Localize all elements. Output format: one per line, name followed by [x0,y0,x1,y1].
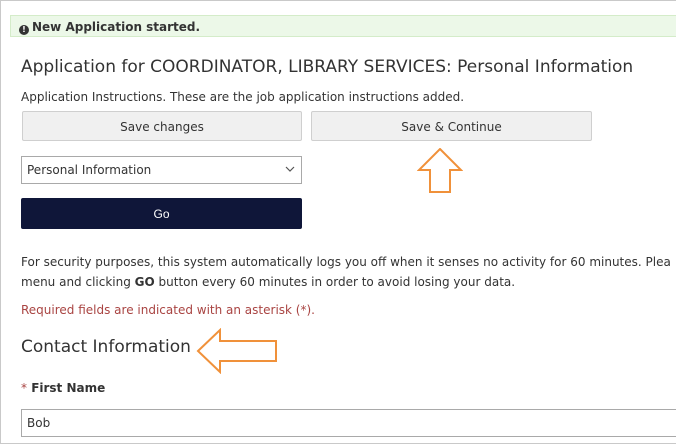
save-and-continue-button[interactable]: Save & Continue [311,111,592,141]
arrow-left-icon [196,328,277,374]
alert-text: New Application started. [32,20,201,34]
application-page: ! New Application started. Application fo… [0,0,676,444]
contact-information-heading: Contact Information [21,337,191,357]
required-asterisk: * [21,381,27,395]
section-select[interactable]: Personal Information [21,156,302,184]
first-name-field[interactable] [21,409,676,437]
go-button[interactable]: Go [21,198,302,229]
info-icon: ! [19,25,29,35]
section-select-value: Personal Information [27,163,152,177]
security-notice: For security purposes, this system autom… [21,252,676,292]
go-emphasis: GO [134,275,155,289]
page-title: Application for COORDINATOR, LIBRARY SER… [21,57,634,77]
application-instructions: Application Instructions. These are the … [21,90,465,104]
first-name-label-text: First Name [31,381,106,395]
security-notice-line1: For security purposes, this system autom… [21,255,671,269]
chevron-down-icon [285,166,295,172]
status-alert: ! New Application started. [10,15,676,37]
arrow-up-icon [417,148,463,193]
security-notice-line2: menu and clicking GO button every 60 min… [21,275,516,289]
required-fields-note: Required fields are indicated with an as… [21,303,315,317]
first-name-label: * First Name [21,381,105,395]
save-changes-button[interactable]: Save changes [22,111,302,141]
